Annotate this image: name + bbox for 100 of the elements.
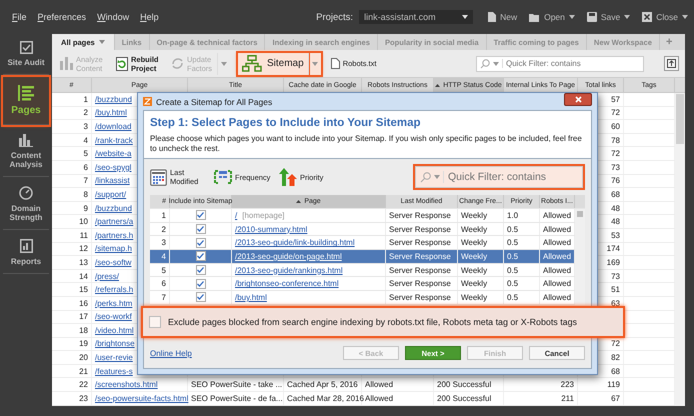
page-link[interactable]: /	[235, 210, 238, 220]
page-link[interactable]: /seo-softw	[95, 258, 132, 267]
table-cell: 63	[611, 298, 620, 308]
open-button[interactable]: Open	[529, 12, 575, 22]
dropdown-button[interactable]	[308, 52, 321, 74]
menu-item[interactable]: Window	[97, 12, 130, 22]
page-link[interactable]: /user-revie	[95, 353, 133, 362]
checkbox[interactable]	[196, 224, 206, 234]
table-row[interactable]: 4 /2013-seo-guide/on-page.html Server Response Weekly 0.5 Allowed	[150, 250, 575, 264]
checkbox[interactable]	[196, 278, 206, 289]
page-link[interactable]: /perks.htm	[95, 298, 132, 308]
page-link[interactable]: /download	[95, 122, 132, 131]
page-link[interactable]: /screenshots.html	[95, 380, 158, 390]
save-button[interactable]: Save	[586, 12, 630, 22]
page-link[interactable]: /2013-seo-guide/rankings.html	[235, 266, 343, 275]
menu-item[interactable]: Preferences	[38, 12, 86, 22]
project-dropdown[interactable]: link-assistant.com	[359, 10, 474, 24]
page-link[interactable]: /buzzbund	[95, 94, 132, 104]
page-link[interactable]: /rank-track	[95, 136, 133, 145]
table-row[interactable]: 5 /2013-seo-guide/rankings.html Server Response Weekly 0.5 Allowed	[150, 264, 575, 278]
table-cell: Weekly	[461, 292, 488, 302]
table-cell: 18	[79, 326, 88, 335]
description-text: Please choose which pages you want to include into your Sitemap. If you wish only specific pages to be included, feel free to uncheck the rest.	[150, 134, 583, 154]
gauge-icon	[19, 186, 33, 200]
table-cell: 72	[611, 339, 620, 348]
caret-icon	[434, 175, 440, 179]
page-link[interactable]: /2013-seo-guide/link-building.html	[235, 238, 355, 248]
bar-chart-icon	[60, 57, 73, 70]
checkbox[interactable]	[196, 265, 206, 276]
quick-filter-input[interactable]: Quick Filter: contains	[443, 171, 578, 183]
checkbox[interactable]	[196, 251, 206, 262]
table-cell: 6	[162, 279, 166, 288]
page-link[interactable]: /partners/a	[95, 217, 134, 226]
table-cell: Allowed	[543, 266, 572, 275]
table-row[interactable]: 3 /2013-seo-guide/link-building.html Server Response Weekly 0.5 Allowed	[150, 236, 575, 250]
sidebar-item[interactable]: Domain Strength	[3, 179, 49, 230]
page-link[interactable]: /website-a	[95, 149, 132, 158]
table-cell: 0.5	[507, 238, 518, 248]
table-row[interactable]: 2 /2010-summary.html Server Response Weekly 0.5 Allowed	[150, 222, 575, 236]
page-link[interactable]: /linkassist	[95, 176, 130, 186]
page-link[interactable]: /brightonse	[95, 339, 135, 348]
sidebar-item[interactable]: Reports	[3, 232, 49, 274]
scrollbar[interactable]	[575, 209, 585, 305]
page-link[interactable]: /partners.h	[95, 230, 134, 240]
table-cell: SEO PowerSuite - take ...	[191, 380, 282, 390]
table-cell: 53	[611, 230, 620, 240]
page-link[interactable]: /seo-workf	[95, 312, 132, 322]
checkbox[interactable]	[196, 292, 206, 302]
table-cell: 22	[79, 380, 88, 390]
quick-filter-field[interactable]: Quick Filter: contains	[415, 166, 583, 188]
page-link[interactable]: /2010-summary.html	[235, 224, 308, 234]
caret-icon	[493, 62, 499, 66]
table-cell: Allowed	[543, 210, 572, 220]
table-cell: Weekly	[461, 252, 488, 261]
page-link[interactable]: /brightonseo-conference.html	[235, 279, 339, 288]
caret-icon	[462, 15, 468, 19]
page-link[interactable]: /2013-seo-guide/on-page.html	[235, 252, 342, 261]
checkbox[interactable]	[149, 316, 161, 328]
close-button[interactable]: Close	[642, 12, 688, 22]
table-cell: Allowed	[365, 380, 394, 390]
page-link[interactable]: /press/	[95, 272, 120, 281]
table-cell: 60	[611, 122, 620, 131]
checkbox[interactable]	[196, 210, 206, 220]
checkbox[interactable]	[196, 238, 206, 248]
table-cell: 0.5	[507, 279, 518, 288]
quick-filter-field[interactable]: Quick Filter: contains	[476, 56, 644, 72]
sidebar-item[interactable]: Content Analysis	[3, 127, 49, 177]
table-cell: 23	[79, 394, 88, 403]
help-link[interactable]: Online Help	[150, 348, 192, 358]
page-link[interactable]: /referrals.h	[95, 285, 134, 294]
page-link[interactable]: /features-s	[95, 366, 133, 376]
menu-item[interactable]: Help	[140, 12, 159, 22]
sidebar-item[interactable]: Pages	[3, 77, 49, 125]
upload-icon	[667, 59, 676, 68]
table-cell: 78	[611, 136, 620, 145]
table-cell: 3	[84, 122, 88, 131]
table-cell: 200 Successful	[437, 394, 492, 403]
menu-item[interactable]: File	[12, 12, 27, 22]
table-row[interactable]: 6 /brightonseo-conference.html Server Response Weekly 0.5 Allowed	[150, 277, 575, 292]
exclude-label: Exclude pages blocked from search engine indexing by robots.txt file, Robots meta tag or X-Robots tags	[168, 317, 577, 327]
document-icon	[330, 58, 340, 69]
export-button[interactable]	[664, 56, 679, 71]
table-cell: 13	[79, 258, 88, 267]
table-cell: Server Response	[389, 279, 451, 288]
page-link[interactable]: /sitemap.h	[95, 244, 132, 254]
sitemap-button[interactable]: Sitemap	[238, 52, 308, 74]
page-link[interactable]: /support/	[95, 190, 126, 199]
page-link[interactable]: /seo-powersuite-facts.html	[95, 394, 188, 403]
page-link[interactable]: /buy.html	[95, 108, 127, 118]
close-button[interactable]	[564, 93, 592, 106]
page-link[interactable]: /seo-spygl	[95, 162, 132, 172]
frequency-icon	[214, 170, 232, 184]
scrollbar[interactable]	[675, 93, 685, 406]
page-link[interactable]: /buy.html	[235, 292, 267, 302]
new-button[interactable]: New	[487, 12, 518, 22]
page-link[interactable]: /video.html	[95, 326, 134, 335]
quick-filter-input[interactable]: Quick Filter: contains	[502, 59, 626, 68]
table-row[interactable]: 1 / [homepage] Server Response Weekly 1.0 Allowed	[150, 209, 575, 223]
table-row[interactable]: 7 /buy.html Server Response Weekly 0.5 Allowed	[150, 291, 575, 305]
page-link[interactable]: /buzzbund	[95, 204, 132, 213]
